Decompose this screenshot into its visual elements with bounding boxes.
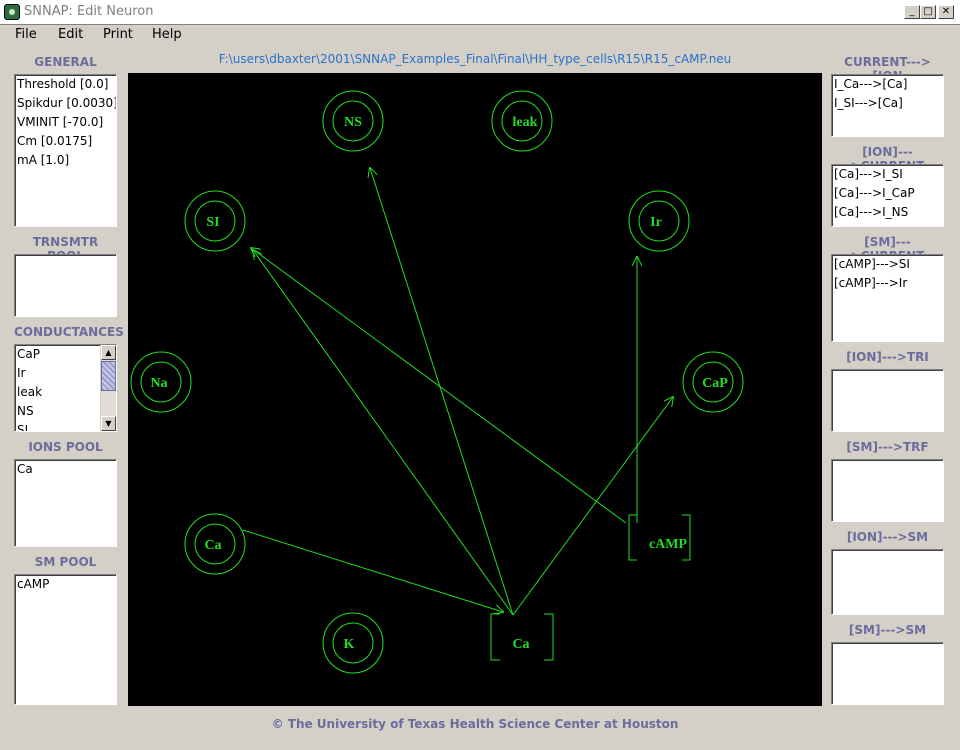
conductance-node-k[interactable]: K — [322, 612, 384, 674]
scroll-down-icon[interactable]: ▼ — [101, 416, 116, 431]
conductance-node-leak[interactable]: leak — [491, 90, 553, 152]
list-item[interactable]: Cm [0.0175] — [15, 132, 116, 151]
conductances-label: CONDUCTANCES — [14, 325, 124, 339]
file-path: F:\users\dbaxter\2001\SNNAP_Examples_Fin… — [218, 52, 732, 66]
list-item[interactable]: [Ca]--->I_SI — [832, 165, 943, 184]
ion-sm-list[interactable] — [831, 549, 944, 615]
node-label: SI — [206, 215, 219, 230]
arrow-camp-to-si — [251, 248, 627, 524]
ions-pool-list[interactable]: Ca — [14, 459, 117, 547]
neuron-diagram-canvas[interactable]: NS leak SI Ir Na CaP Ca K cAMP Ca — [128, 73, 822, 706]
sm-current-list[interactable]: [cAMP]--->SI [cAMP]--->Ir — [831, 254, 944, 342]
list-item[interactable]: VMINIT [-70.0] — [15, 113, 116, 132]
minimize-button[interactable]: _ — [904, 5, 920, 19]
node-label: leak — [513, 115, 538, 130]
node-label: K — [344, 637, 355, 652]
pool-node-camp[interactable]: cAMP — [628, 514, 691, 561]
arrow-ca-to-si — [253, 250, 514, 616]
ion-tri-label: [ION]--->TRI — [846, 350, 929, 364]
node-label: Ca — [204, 538, 221, 553]
list-item[interactable]: Ca — [15, 460, 116, 479]
general-list[interactable]: Threshold [0.0] Spikdur [0.0030] VMINIT … — [14, 74, 117, 227]
ion-current-list[interactable]: [Ca]--->I_SI [Ca]--->I_CaP [Ca]--->I_NS — [831, 164, 944, 227]
node-label: CaP — [702, 376, 728, 391]
close-button[interactable]: ✕ — [938, 5, 954, 19]
general-label: GENERAL — [34, 55, 97, 69]
node-label: NS — [344, 115, 362, 130]
sm-trf-label: [SM]--->TRF — [846, 440, 929, 454]
ions-pool-label: IONS POOL — [28, 440, 103, 454]
scroll-up-icon[interactable]: ▲ — [101, 345, 116, 360]
current-ion-list[interactable]: I_Ca--->[Ca] I_SI--->[Ca] — [831, 74, 944, 137]
sm-trf-list[interactable] — [831, 459, 944, 522]
maximize-button[interactable]: □ — [920, 5, 936, 19]
arrow-ca-to-ns — [370, 168, 514, 616]
conductance-node-na[interactable]: Na — [130, 351, 192, 413]
conductances-scrollbar[interactable]: ▲ ▼ — [100, 345, 116, 431]
sm-pool-list[interactable]: cAMP — [14, 574, 117, 705]
conductance-node-ns[interactable]: NS — [322, 90, 384, 152]
list-item[interactable]: [cAMP]--->SI — [832, 255, 943, 274]
sm-sm-list[interactable] — [831, 642, 944, 705]
list-item[interactable]: Threshold [0.0] — [15, 75, 116, 94]
node-label: Na — [150, 376, 167, 391]
list-item[interactable]: mA [1.0] — [15, 151, 116, 170]
sm-sm-label: [SM]--->SM — [848, 623, 927, 637]
arrow-ca-conductance-to-ca-pool — [242, 529, 503, 612]
sm-pool-label: SM POOL — [34, 555, 97, 569]
node-label: cAMP — [649, 537, 688, 552]
trnsmtr-pool-list[interactable] — [14, 254, 117, 317]
scroll-thumb[interactable] — [101, 361, 116, 391]
list-item[interactable]: I_Ca--->[Ca] — [832, 75, 943, 94]
list-item[interactable]: [cAMP]--->Ir — [832, 274, 943, 293]
list-item[interactable]: cAMP — [15, 575, 116, 594]
menu-edit[interactable]: Edit — [58, 27, 83, 42]
pool-node-ca[interactable]: Ca — [490, 613, 554, 661]
copyright-footer: © The University of Texas Health Science… — [271, 717, 679, 731]
conductance-node-ca[interactable]: Ca — [184, 513, 246, 575]
list-item[interactable]: I_SI--->[Ca] — [832, 94, 943, 113]
node-label: Ir — [650, 215, 662, 230]
menu-bar: File Edit Print Help — [0, 24, 960, 46]
list-item[interactable]: Spikdur [0.0030] — [15, 94, 116, 113]
ion-tri-list[interactable] — [831, 369, 944, 432]
menu-help[interactable]: Help — [152, 27, 182, 42]
arrow-ca-to-cap — [512, 397, 673, 616]
menu-print[interactable]: Print — [103, 27, 133, 42]
menu-file[interactable]: File — [15, 27, 37, 42]
conductance-node-ir[interactable]: Ir — [628, 190, 690, 252]
list-item[interactable]: [Ca]--->I_CaP — [832, 184, 943, 203]
app-icon — [4, 4, 20, 20]
conductance-node-si[interactable]: SI — [184, 190, 246, 252]
ion-sm-label: [ION]--->SM — [846, 530, 929, 544]
list-item[interactable]: [Ca]--->I_NS — [832, 203, 943, 222]
conductances-list[interactable]: CaP Ir leak NS SI ▲ ▼ — [14, 344, 117, 432]
title-bar: SNNAP: Edit Neuron _ □ ✕ — [0, 0, 960, 25]
window-title: SNNAP: Edit Neuron — [24, 4, 154, 19]
conductance-node-cap[interactable]: CaP — [682, 351, 744, 413]
node-label: Ca — [512, 637, 529, 652]
neuron-diagram: NS leak SI Ir Na CaP Ca K cAMP Ca — [130, 90, 744, 674]
